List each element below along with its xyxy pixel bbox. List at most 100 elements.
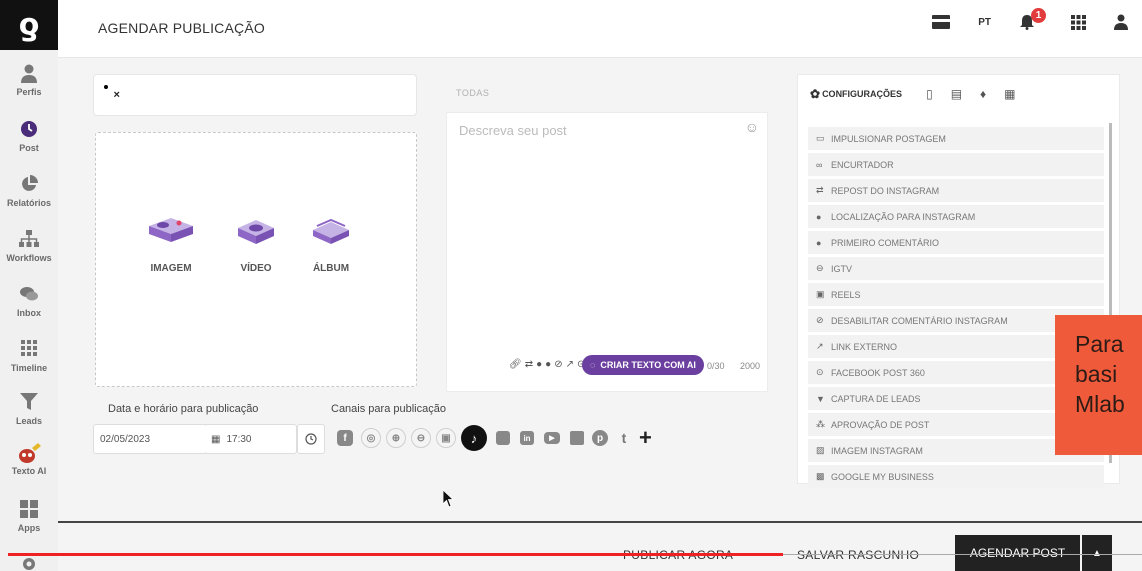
emoji-icon[interactable]: ☺ bbox=[745, 119, 759, 135]
drop-icon[interactable]: ♦ bbox=[980, 87, 986, 101]
instagram-icon[interactable]: ◎ bbox=[361, 428, 381, 448]
avatar bbox=[104, 85, 108, 89]
sidebar-item-label: Post bbox=[19, 143, 39, 153]
album-icon bbox=[313, 218, 349, 244]
setting-label: GOOGLE MY BUSINESS bbox=[831, 471, 934, 482]
media-option-video[interactable]: VÍDEO bbox=[221, 218, 291, 274]
sidebar-item-timeline[interactable]: Timeline bbox=[0, 340, 58, 373]
time-field[interactable]: ▦ 17:30 bbox=[205, 424, 297, 454]
setting-impulsionar[interactable]: ▭ IMPULSIONAR POSTAGEM bbox=[808, 127, 1104, 150]
setting-localizacao[interactable]: ● LOCALIZAÇÃO PARA INSTAGRAM bbox=[808, 205, 1104, 228]
setting-label: IMAGEM INSTAGRAM bbox=[831, 445, 923, 456]
twitter-icon[interactable] bbox=[496, 431, 510, 445]
setting-google-my-business[interactable]: ▩ GOOGLE MY BUSINESS bbox=[808, 465, 1104, 488]
apps-icon bbox=[0, 500, 58, 522]
channels-label: Canais para publicação bbox=[331, 403, 446, 415]
sidebar-item-label: Inbox bbox=[17, 308, 41, 318]
schedule-post-button[interactable]: AGENDAR POST bbox=[955, 535, 1080, 571]
create-text-ai-button[interactable]: ◌ CRIAR TEXTO COM AI bbox=[582, 355, 704, 375]
char-counter: 0/30 bbox=[707, 361, 725, 371]
app-logo[interactable]: ƍ bbox=[0, 0, 58, 50]
gear-icon[interactable] bbox=[0, 556, 58, 571]
video-icon bbox=[238, 220, 274, 244]
calendar-icon[interactable]: ▦ bbox=[1004, 87, 1015, 101]
ban-icon[interactable]: ⊘ bbox=[554, 359, 562, 370]
gear-icon: ✿ bbox=[810, 87, 821, 101]
tumblr-icon[interactable]: t bbox=[617, 428, 631, 448]
ai-button-label: CRIAR TEXTO COM AI bbox=[600, 360, 696, 370]
tab-todas[interactable]: TODAS bbox=[456, 88, 489, 98]
card-icon[interactable] bbox=[932, 15, 951, 29]
sidebar-item-workflows[interactable]: Workflows bbox=[0, 230, 58, 263]
sidebar-item-inbox[interactable]: Inbox bbox=[0, 285, 58, 318]
youtube-icon[interactable]: ▶ bbox=[544, 432, 560, 444]
external-link-icon: ↗ bbox=[816, 341, 824, 351]
setting-label: FACEBOOK POST 360 bbox=[831, 367, 925, 378]
link-icon[interactable]: 🔗︎ bbox=[509, 359, 522, 370]
sidebar-item-label: Texto AI bbox=[11, 466, 47, 476]
mobile-preview-icon[interactable]: ▯ bbox=[926, 87, 933, 101]
video-progress-bar[interactable] bbox=[8, 553, 783, 556]
sidebar-item-label: Relatórios bbox=[6, 198, 51, 208]
tab-label: CONFIGURAÇÕES bbox=[822, 89, 903, 99]
sidebar-item-texto-ai[interactable]: Texto AI bbox=[0, 443, 58, 476]
setting-label: DESABILITAR COMENTÁRIO INSTAGRAM bbox=[831, 315, 1008, 326]
remove-profile-button[interactable]: × bbox=[113, 89, 119, 101]
media-option-image[interactable]: IMAGEM bbox=[136, 218, 206, 274]
sidebar-item-label: Apps bbox=[17, 523, 41, 533]
setting-encurtador[interactable]: ∞ ENCURTADOR bbox=[808, 153, 1104, 176]
media-upload-area[interactable]: IMAGEM VÍDEO ÁLBUM bbox=[95, 132, 417, 387]
location-icon[interactable]: ● bbox=[536, 359, 542, 370]
google-business-icon[interactable] bbox=[570, 431, 584, 445]
user-menu-icon[interactable] bbox=[1114, 14, 1128, 30]
add-channel-button[interactable]: + bbox=[639, 427, 652, 449]
language-selector[interactable]: PT bbox=[978, 17, 991, 28]
sidebar-item-label: Perfis bbox=[16, 87, 42, 97]
video-progress-track[interactable] bbox=[783, 554, 1142, 555]
360-icon: ⊙ bbox=[816, 367, 824, 377]
repost-icon: ⇄ bbox=[816, 185, 824, 195]
tiktok-icon[interactable]: ♪ bbox=[461, 425, 487, 451]
sidebar-item-post[interactable]: Post bbox=[0, 120, 58, 153]
mouse-cursor-icon bbox=[442, 489, 455, 513]
notifications-button[interactable]: 1 bbox=[1019, 8, 1046, 30]
setting-igtv[interactable]: ⊖ IGTV bbox=[808, 257, 1104, 280]
sidebar-item-label: Leads bbox=[15, 416, 42, 426]
promo-line: Para bbox=[1075, 331, 1124, 357]
notification-badge: 1 bbox=[1031, 8, 1046, 23]
promo-line: Mlab bbox=[1075, 391, 1125, 417]
repost-icon[interactable]: ⇄ bbox=[525, 359, 533, 370]
tab-configuracoes[interactable]: ✿ CONFIGURAÇÕES bbox=[810, 87, 902, 101]
sidebar-item-leads[interactable]: Leads bbox=[0, 393, 58, 426]
setting-primeiro-comentario[interactable]: ● PRIMEIRO COMENTÁRIO bbox=[808, 231, 1104, 254]
pinterest-icon[interactable]: p bbox=[592, 430, 608, 446]
sidebar-item-perfis[interactable]: Perfis bbox=[0, 64, 58, 97]
facebook-icon[interactable]: f bbox=[337, 430, 353, 446]
setting-label: REELS bbox=[831, 289, 861, 300]
setting-reels[interactable]: ▣ REELS bbox=[808, 283, 1104, 306]
stories-icon[interactable]: ▣ bbox=[436, 428, 456, 448]
comment-icon[interactable]: ● bbox=[545, 359, 551, 370]
profile-selector[interactable]: × bbox=[93, 74, 417, 116]
chevron-up-icon[interactable]: ▲ bbox=[1082, 535, 1112, 571]
document-icon[interactable]: ▤ bbox=[951, 87, 962, 101]
filter-icon: ▼ bbox=[816, 393, 825, 404]
grid-menu-icon[interactable] bbox=[1071, 14, 1086, 30]
sidebar: ƍ Perfis Post Relatórios Workflows Inbox… bbox=[0, 0, 58, 571]
sidebar-item-apps[interactable]: Apps bbox=[0, 500, 58, 533]
save-draft-button[interactable]: SALVAR RASCUNHO bbox=[797, 548, 919, 562]
linkedin-icon[interactable]: ⊖ bbox=[411, 428, 431, 448]
external-link-icon[interactable]: ↗ bbox=[566, 359, 574, 370]
chat-icon: ◌ bbox=[590, 360, 596, 370]
post-textarea[interactable]: Descreva seu post bbox=[459, 123, 567, 138]
selected-profile-chip[interactable]: × bbox=[104, 85, 120, 103]
sidebar-item-relatorios[interactable]: Relatórios bbox=[0, 175, 58, 208]
linkedin-page-icon[interactable]: in bbox=[520, 431, 534, 445]
location-icon: ● bbox=[816, 211, 822, 222]
setting-repost[interactable]: ⇄ REPOST DO INSTAGRAM bbox=[808, 179, 1104, 202]
setting-label: IGTV bbox=[831, 263, 853, 274]
media-option-album[interactable]: ÁLBUM bbox=[296, 218, 366, 274]
clock-icon[interactable] bbox=[297, 424, 325, 454]
post-editor[interactable]: Descreva seu post ☺ 🔗︎ ⇄ ● ● ⊘ ↗ ⊙ ▼ ◌ C… bbox=[446, 112, 768, 392]
threads-icon[interactable]: ⊕ bbox=[386, 428, 406, 448]
